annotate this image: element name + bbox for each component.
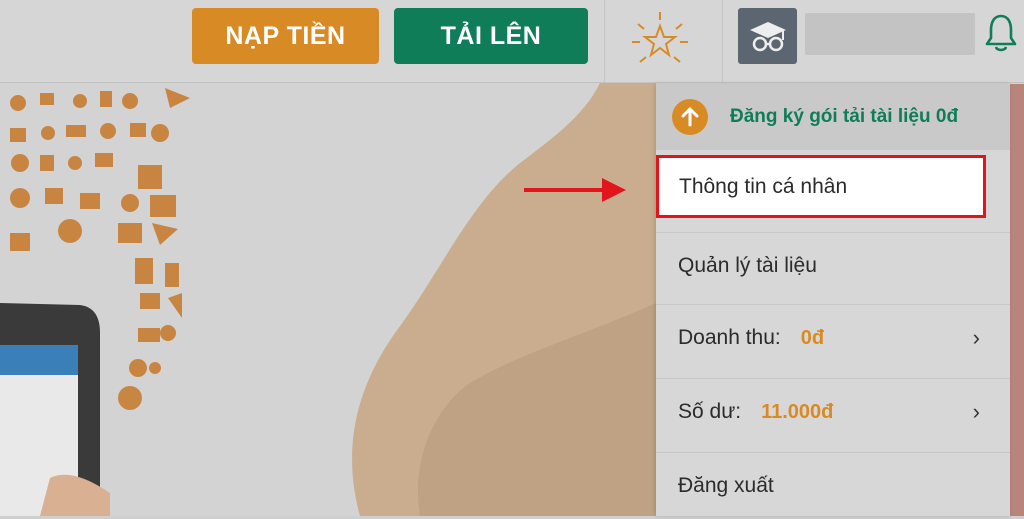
avatar[interactable]	[738, 8, 797, 64]
background-edge	[1010, 84, 1024, 516]
personal-info-label: Thông tin cá nhân	[679, 174, 848, 198]
username-placeholder[interactable]	[805, 13, 975, 55]
revenue-label: Doanh thu:	[678, 326, 781, 349]
chevron-right-icon: ›	[972, 325, 980, 350]
balance-label: Số dư:	[678, 400, 742, 423]
red-arrow-indicator	[524, 178, 626, 202]
top-bar: NẠP TIỀN TẢI LÊN	[0, 0, 1024, 83]
register-package-label: Đăng ký gói tải tài liệu 0đ	[730, 106, 959, 127]
user-dropdown-menu: Đăng ký gói tải tài liệu 0đ Quản lý tài …	[656, 84, 1010, 516]
revenue-value: 0đ	[800, 326, 825, 349]
chevron-right-icon: ›	[972, 399, 980, 424]
manage-docs-item[interactable]: Quản lý tài liệu	[656, 232, 1010, 299]
logout-item[interactable]: Đăng xuất	[656, 452, 1010, 519]
nap-tien-button[interactable]: NẠP TIỀN	[192, 8, 379, 64]
divider	[604, 0, 605, 82]
graduate-avatar-icon	[750, 22, 786, 52]
manage-docs-label: Quản lý tài liệu	[678, 254, 817, 277]
logout-label: Đăng xuất	[678, 474, 774, 497]
bell-icon[interactable]	[983, 12, 1019, 54]
arrow-up-icon	[672, 99, 708, 135]
register-package-item[interactable]: Đăng ký gói tải tài liệu 0đ	[656, 84, 1010, 150]
divider	[722, 0, 723, 82]
balance-item[interactable]: Số dư: 11.000đ ›	[656, 378, 1010, 445]
tai-len-button[interactable]: TẢI LÊN	[394, 8, 588, 64]
star-icon[interactable]	[628, 10, 692, 70]
balance-value: 11.000đ	[761, 400, 834, 423]
revenue-item[interactable]: Doanh thu: 0đ ›	[656, 304, 1010, 371]
personal-info-item[interactable]: Thông tin cá nhân	[656, 155, 986, 218]
